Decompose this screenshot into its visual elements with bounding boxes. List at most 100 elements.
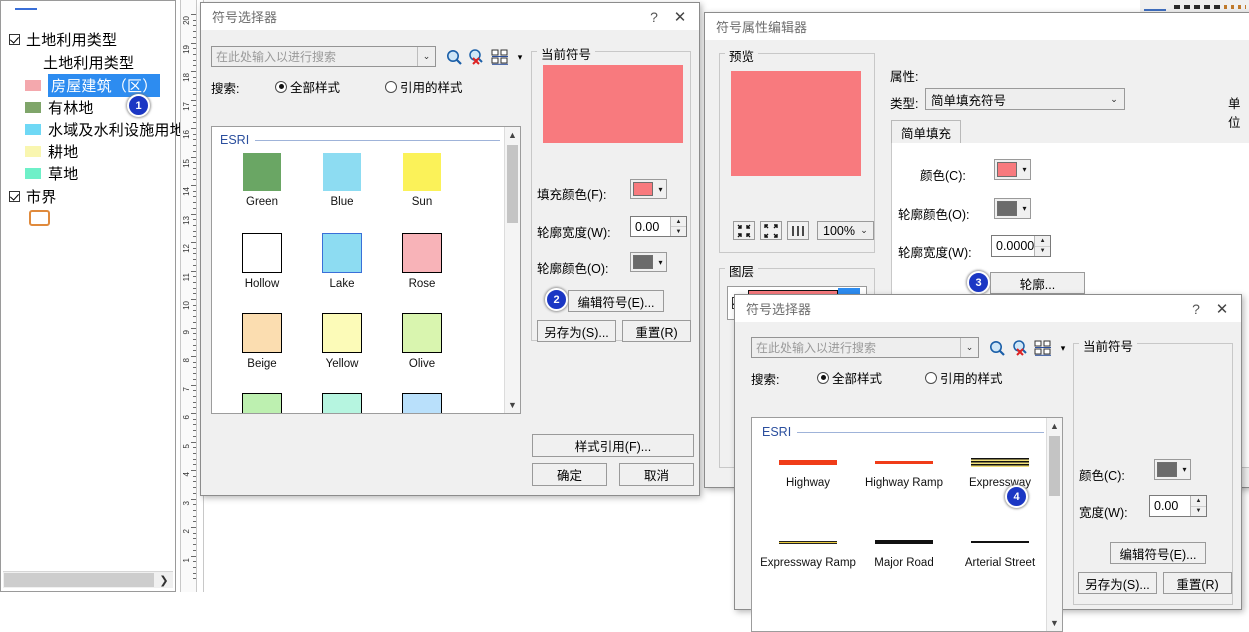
symbol-gallery[interactable]: ESRI Green Blue Sun Hollow Lake Rose Bei… [211,126,521,414]
spinner-up-icon[interactable]: ▲ [1035,236,1050,247]
toc-item-farmland[interactable]: 耕地 [25,140,78,162]
spinner-down-icon[interactable]: ▼ [1035,247,1050,257]
search-input[interactable]: 在此处输入以进行搜索 ⌄ [751,337,979,358]
help-icon[interactable]: ? [641,6,667,27]
symbol-swatch[interactable] [242,233,282,273]
spinner-arrows[interactable]: ▲ ▼ [1190,496,1206,516]
radio-indicator[interactable] [275,80,287,93]
toc-item-building-area[interactable]: 房屋建筑（区） [25,73,161,97]
symbol-cell[interactable]: Arterial Street [952,532,1048,570]
outline-width-value[interactable]: 0.00 [631,217,670,236]
spinner-up-icon[interactable]: ▲ [671,217,686,227]
symbol-cell[interactable]: Blue [304,153,380,209]
scroll-down-arrow-icon[interactable]: ▼ [1047,615,1062,631]
spinner-arrows[interactable]: ▲ ▼ [670,217,686,236]
search-clear-icon[interactable] [1010,338,1030,358]
symbol-swatch[interactable] [403,153,441,191]
symbol-cell[interactable]: Major Road [856,532,952,570]
close-icon[interactable]: ✕ [1209,298,1235,319]
style-reference-button[interactable]: 样式引用(F)... [532,434,694,457]
spinner-up-icon[interactable]: ▲ [1191,496,1206,507]
scroll-up-arrow-icon[interactable]: ▲ [505,127,520,143]
search-icon[interactable] [444,47,464,67]
scroll-up-arrow-icon[interactable]: ▲ [1047,418,1062,434]
symbol-swatch[interactable] [402,233,442,273]
line-symbol-arterial-street[interactable] [971,532,1029,552]
toolbar-icon-dots[interactable] [1224,5,1246,9]
outline-width-spinner[interactable]: 0.00 ▲ ▼ [630,216,687,237]
spinner-down-icon[interactable]: ▼ [1191,507,1206,517]
actual-size-icon[interactable] [787,221,809,240]
symbol-cell[interactable]: Green [224,393,300,413]
dialog-titlebar[interactable]: 符号属性编辑器 [705,13,1249,40]
symbol-cell[interactable]: Blue [384,393,460,413]
symbol-cell[interactable]: Highway Ramp [856,452,952,490]
symbol-selector-dialog-2[interactable]: 符号选择器 ? ✕ 在此处输入以进行搜索 ⌄ ▾ 搜索: 全部样式 引用的样式 … [734,294,1242,632]
fill-color-button[interactable]: ▾ [994,159,1031,180]
chevron-down-icon[interactable]: ▾ [655,180,666,198]
symbol-cell[interactable]: Green [224,153,300,209]
symbol-cell[interactable]: Rose [384,233,460,291]
toc-item-forest-land[interactable]: 有林地 [25,96,94,118]
line-symbol-highway-ramp[interactable] [875,452,933,472]
line-symbol-expressway[interactable] [971,452,1029,472]
dropdown-caret-icon[interactable]: ▾ [1057,342,1069,354]
radio-indicator[interactable] [817,371,829,384]
save-as-button[interactable]: 另存为(S)... [537,320,616,342]
tab-simple-fill[interactable]: 简单填充 [891,120,961,144]
scroll-down-arrow-icon[interactable]: ▼ [505,397,520,413]
symbol-cell[interactable]: Expressway Ramp [760,532,856,570]
symbol-swatch[interactable] [242,313,282,353]
chevron-down-icon[interactable]: ⌄ [1104,89,1124,109]
chevron-down-icon[interactable]: ▾ [1179,460,1190,479]
radio-referenced-styles[interactable]: 引用的样式 [385,77,463,96]
view-grid-icon[interactable] [490,48,512,66]
symbol-gallery[interactable]: ESRI Highway Highway Ramp Expressway Exp… [751,417,1063,632]
reset-button[interactable]: 重置(R) [1163,572,1232,594]
symbol-swatch[interactable] [322,233,362,273]
table-of-contents-panel[interactable]: 土地利用类型 土地利用类型 房屋建筑（区） 有林地 水域及水利设施用地 耕地 草… [0,0,185,592]
line-symbol-expressway-ramp[interactable] [779,532,837,552]
ok-button[interactable]: 确定 [532,463,607,486]
symbol-type-combo[interactable]: 简单填充符号 ⌄ [925,88,1125,110]
cancel-button[interactable]: 取消 [619,463,694,486]
line-symbol-major-road[interactable] [875,532,933,552]
zoom-in-icon[interactable] [760,221,782,240]
symbol-swatch[interactable] [322,313,362,353]
save-as-button[interactable]: 另存为(S)... [1078,572,1157,594]
close-icon[interactable]: ✕ [667,6,693,27]
width-spinner[interactable]: 0.00 ▲ ▼ [1149,495,1207,517]
edit-symbol-button[interactable]: 编辑符号(E)... [1110,542,1206,564]
spinner-arrows[interactable]: ▲ ▼ [1034,236,1050,256]
radio-indicator[interactable] [925,371,937,384]
spinner-down-icon[interactable]: ▼ [671,227,686,236]
dialog-titlebar[interactable]: 符号选择器 ? ✕ [735,295,1241,322]
dialog-titlebar[interactable]: 符号选择器 ? ✕ [201,3,699,30]
toc-horizontal-scrollbar[interactable]: ❯ [3,571,173,588]
outline-button[interactable]: 轮廓... [990,272,1085,294]
width-value[interactable]: 0.00 [1150,496,1190,516]
help-icon[interactable]: ? [1183,298,1209,319]
symbol-swatch[interactable] [243,153,281,191]
symbol-swatch[interactable] [242,393,282,413]
gallery-scrollbar[interactable]: ▲ ▼ [504,127,520,413]
symbol-cell[interactable]: Olive [384,313,460,371]
toc-item-boundary-symbol[interactable] [1,207,50,229]
zoom-level-combo[interactable]: 100% ⌄ [817,221,874,240]
view-grid-icon[interactable] [1033,339,1055,357]
chevron-down-icon[interactable]: ⌄ [960,338,978,357]
dropdown-caret-icon[interactable]: ▾ [514,51,526,63]
scrollbar-thumb[interactable] [507,145,518,223]
symbol-cell[interactable]: Yellow [304,313,380,371]
radio-all-styles[interactable]: 全部样式 [817,368,882,387]
symbol-swatch[interactable] [323,153,361,191]
scroll-right-arrow-icon[interactable]: ❯ [155,572,173,588]
symbol-selector-dialog-1[interactable]: 符号选择器 ? ✕ 在此处输入以进行搜索 ⌄ ▾ 搜索: 全部样式 引用的样式 … [200,2,700,496]
outline-color-button[interactable]: ▾ [994,198,1031,219]
symbol-swatch[interactable] [322,393,362,413]
gallery-scrollbar[interactable]: ▲ ▼ [1046,418,1062,631]
toc-checkbox[interactable] [9,190,20,202]
fill-color-button[interactable]: ▾ [630,179,667,199]
search-input[interactable]: 在此处输入以进行搜索 ⌄ [211,46,436,67]
toc-item-land-use-sublayer[interactable]: 土地利用类型 [43,51,134,73]
